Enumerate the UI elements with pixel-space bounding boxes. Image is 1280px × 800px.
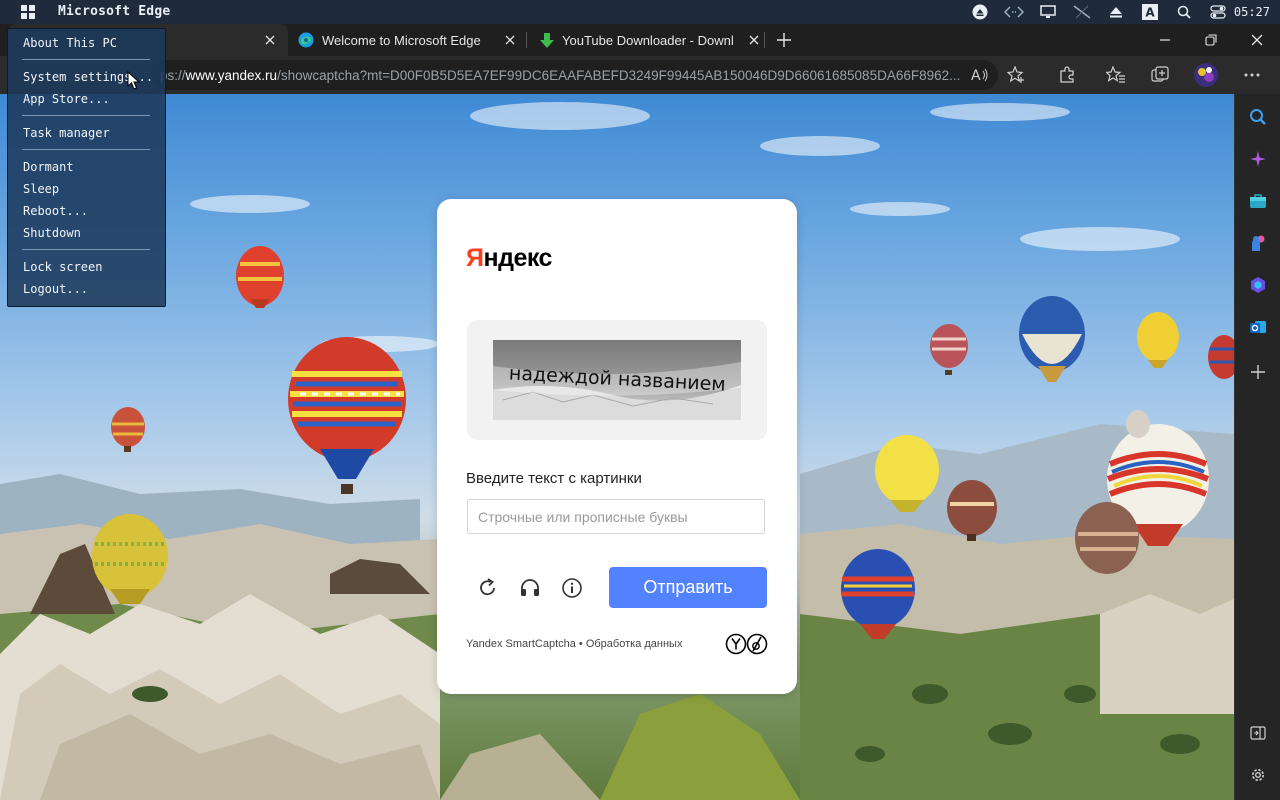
upload-icon[interactable]: [1106, 2, 1126, 22]
toggle-icon[interactable]: [1208, 2, 1228, 22]
balloon: [236, 246, 284, 308]
captcha-footer: Yandex SmartCaptcha • Обработка данных: [466, 638, 683, 650]
menu-item-reboot[interactable]: Reboot...: [23, 204, 88, 218]
download-arrow-icon: [538, 32, 554, 48]
edge-sidebar: [1234, 94, 1280, 800]
submit-button[interactable]: Отправить: [609, 567, 767, 608]
tab-divider: [526, 32, 527, 48]
menu-item-logout[interactable]: Logout...: [23, 282, 88, 296]
profile-avatar[interactable]: [1194, 63, 1218, 87]
captcha-image-container: надеждой названием: [467, 320, 767, 440]
data-processing-link[interactable]: Обработка данных: [586, 638, 683, 650]
captcha-prompt: Введите текст с картинки: [466, 470, 642, 487]
read-aloud-icon[interactable]: A: [968, 63, 992, 87]
clock: 05:27: [1233, 5, 1270, 19]
restore-button[interactable]: [1195, 28, 1227, 52]
eject-icon[interactable]: [970, 2, 990, 22]
svg-text:A: A: [1145, 6, 1155, 20]
no-network-icon[interactable]: [1072, 2, 1092, 22]
tab-close-button[interactable]: [746, 32, 762, 48]
keyboard-layout-icon[interactable]: A: [1140, 2, 1160, 22]
tab-title: Welcome to Microsoft Edge: [322, 32, 481, 48]
shopping-icon[interactable]: [1246, 189, 1270, 213]
edge-logo-icon: [298, 32, 314, 48]
settings-gear-icon[interactable]: [1246, 763, 1270, 787]
menu-separator: [22, 149, 150, 150]
system-tray: A: [970, 0, 1228, 24]
close-icon: [265, 35, 275, 45]
close-icon: [749, 35, 759, 45]
menu-item-dormant[interactable]: Dormant: [23, 160, 74, 174]
browser-toolbar: ps://www.yandex.ru/showcaptcha?mt=D00F0B…: [0, 56, 1280, 94]
outlook-icon[interactable]: [1246, 315, 1270, 339]
url-text: ps://www.yandex.ru/showcaptcha?mt=D00F0B…: [160, 67, 960, 83]
extensions-icon[interactable]: [1055, 63, 1079, 87]
menu-item-app-store[interactable]: App Store...: [23, 92, 110, 106]
menu-item-task-manager[interactable]: Task manager: [23, 126, 110, 140]
tab-close-button[interactable]: [502, 32, 518, 48]
os-top-bar: Microsoft Edge A 05:27: [0, 0, 1280, 24]
svg-text:A: A: [971, 68, 981, 83]
smartcaptcha-brand: Yandex SmartCaptcha: [466, 638, 576, 650]
close-window-button[interactable]: [1241, 28, 1273, 52]
page-viewport: Яндекс надеждой названием Введите текст …: [0, 94, 1234, 800]
audio-captcha-icon[interactable]: [518, 576, 542, 600]
menu-separator: [22, 249, 150, 250]
hide-sidebar-icon[interactable]: [1246, 721, 1270, 745]
menu-item-lock-screen[interactable]: Lock screen: [23, 260, 102, 274]
captcha-card: Яндекс надеждой названием Введите текст …: [437, 199, 797, 694]
tab-title: YouTube Downloader - Download: [562, 32, 734, 48]
close-icon: [1251, 34, 1263, 46]
start-menu: About This PC System settings... App Sto…: [7, 28, 166, 307]
menu-separator: [22, 115, 150, 116]
active-app-title: Microsoft Edge: [58, 4, 171, 19]
minimize-icon: [1160, 39, 1170, 41]
menu-item-sleep[interactable]: Sleep: [23, 182, 59, 196]
close-icon: [505, 35, 515, 45]
info-icon[interactable]: [560, 576, 584, 600]
tab-youtube-downloader[interactable]: YouTube Downloader - Download: [530, 24, 764, 56]
yandex-logo: Яндекс: [466, 244, 552, 272]
menu-item-about[interactable]: About This PC: [23, 36, 117, 50]
tab-close-button[interactable]: [262, 32, 278, 48]
add-favorite-icon[interactable]: [1004, 63, 1028, 87]
refresh-icon[interactable]: [476, 576, 500, 600]
tab-strip: Welcome to Microsoft Edge YouTube Downlo…: [0, 24, 1280, 56]
code-icon[interactable]: [1004, 2, 1024, 22]
smartcaptcha-logo-icon: [725, 633, 768, 655]
plus-icon: [777, 33, 791, 47]
monitor-icon[interactable]: [1038, 2, 1058, 22]
mouse-cursor-icon: [127, 71, 141, 90]
add-sidebar-app-icon[interactable]: [1246, 360, 1270, 384]
search-icon[interactable]: [1174, 2, 1194, 22]
captcha-answer-input[interactable]: [467, 499, 765, 534]
more-options-icon[interactable]: [1240, 63, 1264, 87]
tab-welcome-edge[interactable]: Welcome to Microsoft Edge: [290, 24, 522, 56]
start-menu-button[interactable]: [16, 4, 40, 20]
menu-item-shutdown[interactable]: Shutdown: [23, 226, 81, 240]
windows-logo-icon: [21, 5, 35, 19]
address-bar[interactable]: ps://www.yandex.ru/showcaptcha?mt=D00F0B…: [150, 60, 998, 90]
menu-separator: [22, 59, 150, 60]
sidebar-search-icon[interactable]: [1246, 105, 1270, 129]
favorites-icon[interactable]: [1104, 63, 1128, 87]
games-icon[interactable]: [1246, 231, 1270, 255]
tab-divider: [764, 32, 765, 48]
collections-icon[interactable]: [1148, 63, 1172, 87]
copilot-sparkle-icon[interactable]: [1246, 147, 1270, 171]
captcha-image: надеждой названием: [493, 340, 741, 420]
minimize-button[interactable]: [1149, 28, 1181, 52]
new-tab-button[interactable]: [772, 28, 796, 52]
office-icon[interactable]: [1246, 273, 1270, 297]
restore-icon: [1205, 34, 1217, 46]
